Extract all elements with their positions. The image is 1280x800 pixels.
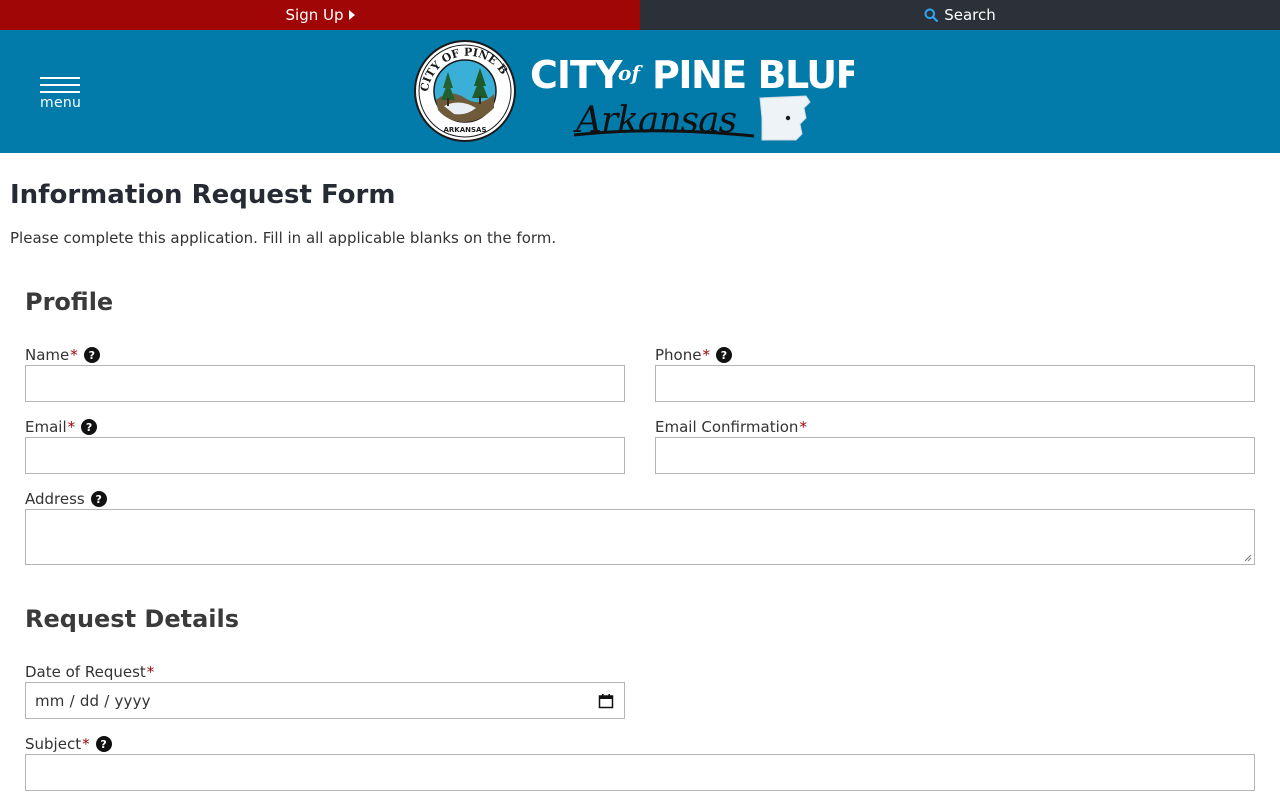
arkansas-state-icon [759,95,811,141]
logo-name-text: PINE BLUFF [652,53,854,97]
menu-label: menu [40,95,82,111]
required-marker: * [70,346,78,364]
help-icon[interactable]: ? [715,347,732,363]
page-title: Information Request Form [10,180,396,210]
required-marker: * [67,418,76,436]
date-of-request-input[interactable]: mm / dd / yyyy [25,682,625,719]
city-seal-icon: CITY OF PINE BLUFF ARKANSAS [414,38,516,142]
address-textarea[interactable] [25,509,1255,565]
name-label-text: Name [25,346,70,364]
address-label: Address? [25,490,107,508]
phone-input[interactable] [655,365,1255,402]
address-label-text: Address [25,490,85,508]
city-logo[interactable]: CITY OF PINE BLUFF ARKANSAS CITY of PINE… [414,38,854,146]
resize-grip-icon[interactable] [1244,554,1252,562]
utility-bar: Sign Up Search [0,0,1280,30]
required-marker: * [82,735,90,753]
search-icon [924,8,939,22]
name-input[interactable] [25,365,625,402]
phone-label: Phone *? [655,346,732,364]
email-confirmation-label: Email Confirmation * [655,418,807,436]
email-confirmation-label-text: Email Confirmation [655,418,799,436]
page-intro: Please complete this application. Fill i… [10,229,557,247]
request-details-section-title: Request Details [25,605,240,633]
logo-subtitle-text: Arkansas [573,100,737,141]
subject-label: Subject *? [25,735,112,753]
email-label-text: Email [25,418,67,436]
subject-label-text: Subject [25,735,82,753]
email-label: Email *? [25,418,98,436]
subject-input[interactable] [25,754,1255,791]
date-of-request-label-text: Date of Request [25,663,146,681]
profile-section-title: Profile [25,288,114,316]
hamburger-icon [40,77,80,79]
logo-city-text: CITY [530,53,623,97]
phone-label-text: Phone [655,346,702,364]
help-icon[interactable]: ? [90,491,107,507]
name-label: Name *? [25,346,100,364]
sign-up-label: Sign Up [285,6,344,24]
date-placeholder: mm / dd / yyyy [35,692,151,710]
search-label: Search [944,6,996,24]
required-marker: * [702,346,710,364]
required-marker: * [799,418,807,436]
help-icon[interactable]: ? [95,736,112,752]
date-of-request-label: Date of Request * [25,663,154,681]
help-icon[interactable]: ? [83,347,100,363]
logo-of-text: of [618,61,643,85]
hamburger-bar [40,91,80,93]
caret-right-icon [348,10,355,20]
email-input[interactable] [25,437,625,474]
help-icon[interactable]: ? [81,419,98,435]
sign-up-link[interactable]: Sign Up [0,0,640,30]
email-confirmation-input[interactable] [655,437,1255,474]
svg-text:ARKANSAS: ARKANSAS [443,126,486,134]
menu-button[interactable]: menu [40,75,82,115]
site-header: menu CITY OF PINE BLUFF ARKANSAS CITY of [0,30,1280,153]
search-link[interactable]: Search [640,0,1280,30]
calendar-icon[interactable] [598,693,614,709]
required-marker: * [146,663,155,681]
hamburger-bar [40,84,80,86]
